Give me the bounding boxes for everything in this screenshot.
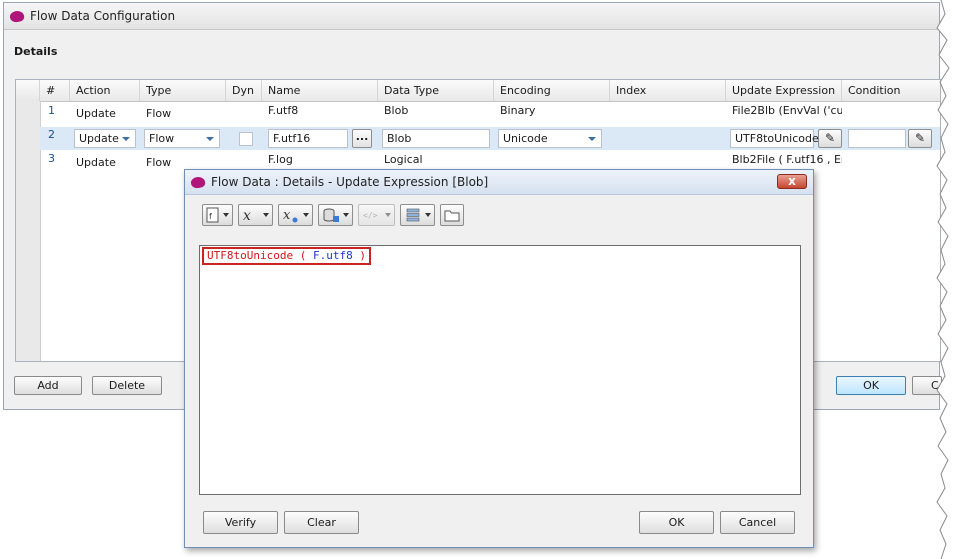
variable-menu-button[interactable]: x — [238, 204, 273, 226]
expression-function: UTF8toUnicode — [207, 249, 294, 262]
close-icon: x — [788, 174, 796, 188]
main-ok-button[interactable]: OK — [836, 376, 906, 395]
main-window-title: Flow Data Configuration — [30, 9, 176, 23]
verify-button[interactable]: Verify — [203, 511, 278, 534]
svg-text:</>: </> — [363, 211, 378, 220]
update-expression-dialog: Flow Data : Details - Update Expression … — [184, 169, 814, 548]
svg-text:x: x — [283, 208, 291, 223]
chevron-down-icon — [223, 213, 229, 217]
list-icon — [406, 208, 420, 222]
row-name: F.utf8 — [268, 104, 299, 117]
header-gutter — [16, 80, 40, 101]
col-header-data-type[interactable]: Data Type — [378, 80, 494, 101]
expression-argument: F.utf8 — [312, 249, 353, 262]
name-browse-button[interactable]: ... — [352, 129, 372, 148]
col-header-update-expression[interactable]: Update Expression — [726, 80, 842, 101]
row-condition — [842, 151, 940, 174]
row-encoding: Binary — [500, 104, 536, 117]
row-update-expression: File2Blb (EnvVal ('cur — [732, 104, 842, 117]
chevron-down-icon — [425, 213, 431, 217]
expression-editor[interactable]: UTF8toUnicode ( F.utf8 ) — [199, 245, 801, 495]
col-header-condition[interactable]: Condition — [842, 80, 940, 101]
folder-icon — [444, 210, 460, 222]
row-type: Flow — [146, 107, 172, 120]
row-action: Update — [76, 156, 116, 169]
chevron-down-icon — [343, 213, 349, 217]
row-action: Update — [76, 107, 116, 120]
folder-button[interactable] — [440, 204, 464, 226]
expression-open-paren: ( — [293, 249, 313, 262]
function-menu-button[interactable]: f — [202, 204, 233, 226]
encoding-dropdown[interactable]: Unicode — [498, 129, 602, 148]
add-button[interactable]: Add — [14, 376, 82, 395]
col-header-dyn[interactable]: Dyn — [226, 80, 262, 101]
data-type-input[interactable]: Blob — [382, 129, 490, 148]
delete-button[interactable]: Delete — [92, 376, 162, 395]
row-gutter — [16, 101, 41, 361]
database-icon — [323, 208, 339, 222]
action-dropdown[interactable]: Update — [74, 129, 136, 148]
chevron-down-icon — [303, 213, 309, 217]
col-header-type[interactable]: Type — [140, 80, 226, 101]
pencil-icon: ✎ — [824, 131, 836, 145]
details-section-title: Details — [14, 45, 58, 58]
update-expression-input[interactable]: UTF8toUnicode — [730, 129, 819, 148]
col-header-index[interactable]: Index — [610, 80, 726, 101]
col-header-number[interactable]: # — [40, 80, 70, 101]
col-header-action[interactable]: Action — [70, 80, 140, 101]
app-logo-icon — [9, 9, 25, 23]
list-menu-button[interactable] — [400, 204, 435, 226]
dialog-title: Flow Data : Details - Update Expression … — [211, 175, 489, 189]
edit-condition-button[interactable]: ✎ — [908, 129, 932, 148]
row-number: 2 — [48, 128, 55, 141]
expression-highlight-box: UTF8toUnicode ( F.utf8 ) — [202, 247, 371, 265]
clear-button[interactable]: Clear — [284, 511, 359, 534]
row-number: 3 — [48, 152, 55, 165]
torn-edge-decoration — [936, 0, 957, 559]
dialog-title-bar: Flow Data : Details - Update Expression … — [185, 170, 813, 195]
pencil-icon: ✎ — [914, 131, 926, 145]
xml-icon: </> — [363, 211, 378, 220]
type-dropdown[interactable]: Flow — [144, 129, 220, 148]
dyn-checkbox[interactable] — [239, 132, 253, 146]
condition-input[interactable] — [848, 129, 906, 148]
expression-toolbar: f x x </> — [202, 204, 464, 226]
dialog-cancel-button[interactable]: Cancel — [720, 511, 795, 534]
xml-menu-button[interactable]: </> — [358, 204, 395, 226]
dialog-close-button[interactable]: x — [777, 174, 807, 189]
app-logo-icon — [190, 175, 206, 189]
database-menu-button[interactable] — [318, 204, 353, 226]
chevron-down-icon — [385, 213, 391, 217]
col-header-name[interactable]: Name — [262, 80, 378, 101]
function-icon: f — [206, 207, 219, 223]
grid-header: # Action Type Dyn Name Data Type Encodin… — [16, 80, 940, 102]
row-condition — [842, 102, 940, 125]
chevron-down-icon — [263, 213, 269, 217]
row-number: 1 — [48, 104, 55, 117]
edit-expression-button[interactable]: ✎ — [818, 129, 842, 148]
main-title-bar: Flow Data Configuration — [4, 3, 939, 30]
variable-ops-icon: x — [283, 208, 298, 223]
expression-close-paren: ) — [352, 249, 366, 262]
svg-text:x: x — [243, 208, 251, 223]
col-header-encoding[interactable]: Encoding — [494, 80, 610, 101]
table-row-selected[interactable]: 2 Update Flow F.utf16 ... Blob Unicode U… — [40, 127, 940, 150]
name-input[interactable]: F.utf16 — [268, 129, 348, 148]
dialog-ok-button[interactable]: OK — [639, 511, 714, 534]
table-row[interactable]: 1 Update Flow F.utf8 Blob Binary File2Bl… — [40, 102, 940, 125]
svg-text:f: f — [209, 212, 212, 221]
row-index — [610, 102, 726, 125]
row-data-type: Blob — [384, 104, 409, 117]
variable-operations-menu-button[interactable]: x — [278, 204, 313, 226]
variable-icon: x — [243, 208, 251, 223]
